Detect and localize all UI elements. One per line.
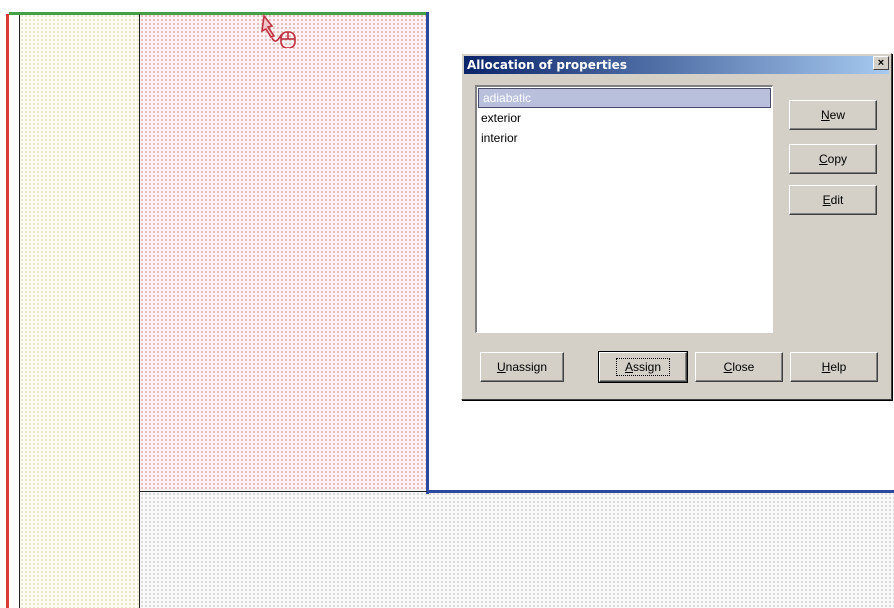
close-button[interactable]: Close [695, 352, 783, 382]
close-icon: × [877, 56, 885, 69]
bottom-blue-boundary[interactable] [426, 490, 894, 493]
divider-vertical-line [139, 14, 140, 608]
help-button[interactable]: Help [790, 352, 878, 382]
new-button[interactable]: New [789, 100, 877, 130]
unassign-button[interactable]: Unassign [480, 352, 564, 382]
dialog-title: Allocation of properties [467, 58, 627, 72]
dialog-close-x-button[interactable]: × [873, 56, 889, 70]
allocation-of-properties-dialog: Allocation of properties × adiabatic ext… [461, 53, 892, 400]
edit-button[interactable]: Edit [789, 185, 877, 215]
properties-listbox[interactable]: adiabatic exterior interior [475, 85, 773, 333]
mouse-pointer-icon [261, 14, 296, 48]
yellow-material-region[interactable] [20, 14, 140, 608]
list-item-interior[interactable]: interior [477, 128, 772, 148]
left-red-boundary[interactable] [6, 14, 9, 608]
list-item-exterior[interactable]: exterior [477, 108, 772, 128]
list-item-adiabatic[interactable]: adiabatic [478, 88, 771, 108]
gray-material-region[interactable] [140, 492, 894, 608]
inner-left-line [19, 14, 20, 608]
assign-button[interactable]: Assign [598, 351, 688, 383]
right-blue-boundary[interactable] [426, 12, 429, 494]
red-material-region[interactable] [140, 14, 427, 492]
dialog-titlebar[interactable]: Allocation of properties [464, 56, 889, 74]
copy-button[interactable]: Copy [789, 144, 877, 174]
top-green-boundary[interactable] [9, 12, 427, 15]
divider-horizontal-line [140, 491, 427, 492]
